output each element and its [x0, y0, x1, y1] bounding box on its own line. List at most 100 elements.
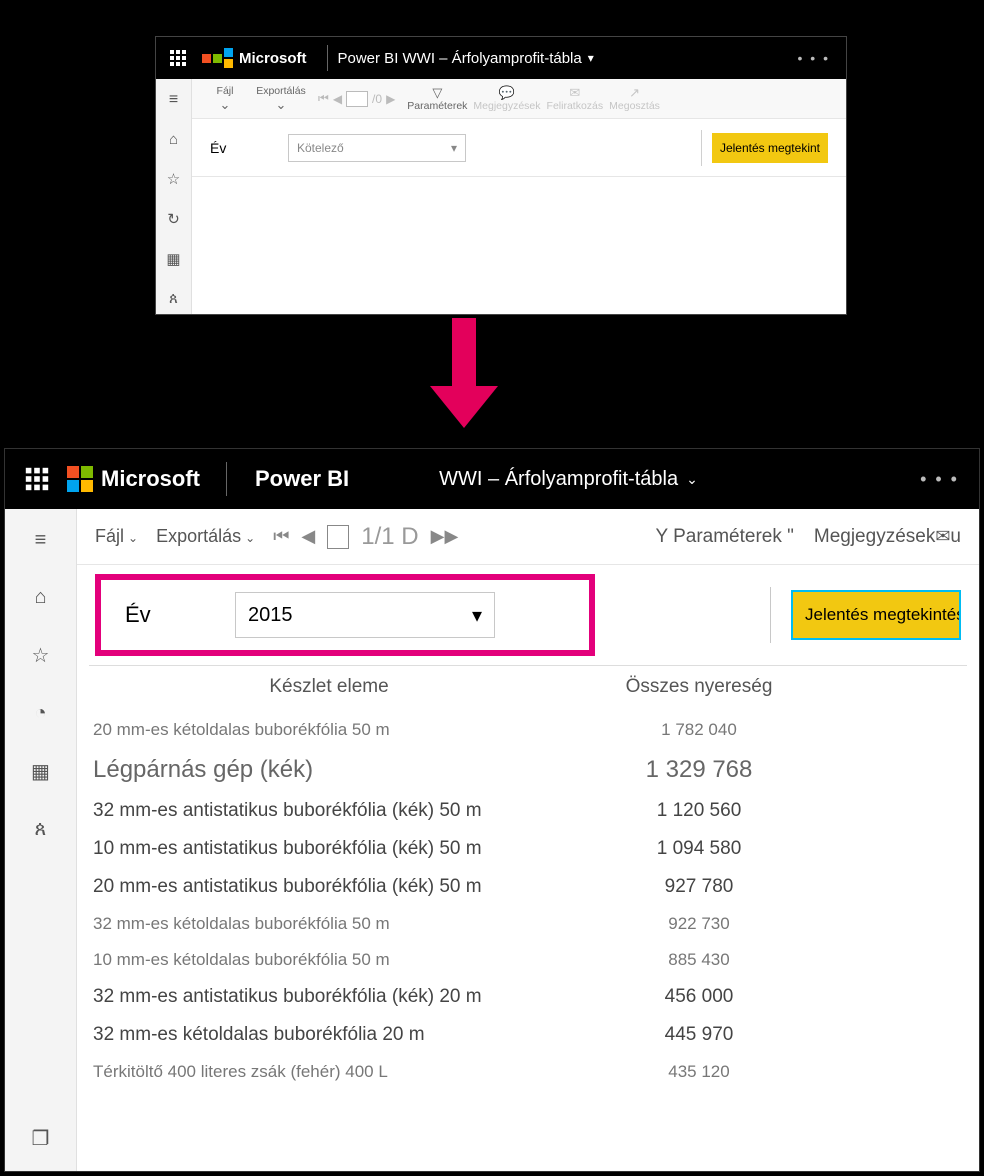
report-table: Készlet eleme Összes nyereség 20 mm-es k…: [77, 665, 979, 1171]
star-icon[interactable]: ☆: [167, 170, 180, 188]
pager: ⏮ ◀ 1/1 D ▶▶: [273, 523, 458, 551]
cell-item: Térkitöltő 400 literes zsák (fehér) 400 …: [89, 1062, 569, 1082]
next-page-icon[interactable]: ▶▶: [431, 526, 459, 547]
app-launcher-icon[interactable]: [160, 40, 196, 76]
microsoft-logo-icon: [67, 466, 93, 492]
top-title[interactable]: Power BI WWI – Árfolyamprofit-tábla: [338, 50, 582, 67]
page-input[interactable]: [327, 525, 349, 549]
view-report-button[interactable]: Jelentés megtekintése: [791, 590, 961, 640]
chevron-down-icon: ▾: [451, 141, 457, 155]
cell-item: 20 mm-es kétoldalas buborékfólia 50 m: [89, 720, 569, 740]
bottom-header: Microsoft Power BI WWI – Árfolyamprofit-…: [5, 449, 979, 509]
cell-value: 1 120 560: [569, 800, 829, 822]
next-page-icon[interactable]: ▶: [386, 92, 395, 106]
page-total: /0: [372, 92, 382, 106]
bottom-toolbar: Fájl⌄ Exportálás⌄ ⏮ ◀ 1/1 D ▶▶ Y Paramét…: [77, 509, 979, 565]
menu-comments[interactable]: Megjegyzések✉u: [814, 526, 961, 548]
brand-microsoft: Microsoft: [101, 466, 200, 492]
param-select[interactable]: Kötelező ▾: [288, 134, 466, 162]
mail-icon: ✉: [569, 85, 580, 100]
param-placeholder: Kötelező: [297, 141, 344, 155]
param-label: Év: [210, 140, 288, 156]
menu-file[interactable]: Fájl⌄: [95, 526, 138, 547]
table-row: 32 mm-es antistatikus buborékfólia (kék)…: [89, 792, 967, 830]
people-icon[interactable]: ጰ: [35, 818, 47, 841]
refresh-icon[interactable]: ↻: [167, 210, 180, 228]
cell-value: 1 782 040: [569, 720, 829, 740]
pager: ⏮ ◀ /0 ▶: [318, 91, 395, 107]
param-select[interactable]: 2015 ▾: [235, 592, 495, 638]
hamburger-icon[interactable]: ≡: [35, 529, 47, 552]
page-input[interactable]: [346, 91, 368, 107]
home-icon[interactable]: ⌂: [169, 131, 178, 148]
top-param-row: Év Kötelező ▾ Jelentés megtekint: [192, 119, 846, 177]
table-row: 10 mm-es kétoldalas buborékfólia 50 m885…: [89, 942, 967, 978]
cell-value: 885 430: [569, 950, 829, 970]
cell-item: 32 mm-es antistatikus buborékfólia (kék)…: [89, 800, 569, 822]
cell-item: 32 mm-es kétoldalas buborékfólia 50 m: [89, 914, 569, 934]
filter-icon: ▽: [432, 85, 442, 100]
top-toolbar: Fájl⌄ Exportálás⌄ ⏮ ◀ /0 ▶ ▽ Paraméterek…: [192, 79, 846, 119]
divider: [327, 45, 328, 71]
microsoft-logo-icon-b: [224, 48, 233, 68]
app-launcher-icon[interactable]: [12, 454, 62, 504]
prev-page-icon[interactable]: ◀: [301, 526, 315, 547]
menu-subscribe: ✉ Feliratkozás: [547, 85, 604, 112]
param-value: 2015: [248, 604, 293, 627]
cell-value: 1 329 768: [569, 756, 829, 784]
table-row: 32 mm-es kétoldalas buborékfólia 20 m445…: [89, 1016, 967, 1054]
workspaces-icon[interactable]: ❐: [32, 1126, 50, 1151]
menu-file[interactable]: Fájl⌄: [200, 85, 250, 112]
comment-icon: 💬: [499, 85, 515, 100]
prev-page-icon[interactable]: ◀: [333, 92, 342, 106]
bottom-left-rail: ≡ ⌂ ☆ ◔ ▦ ጰ ❐: [5, 509, 77, 1171]
menu-parameters[interactable]: Y Paraméterek ": [655, 526, 793, 548]
people-icon[interactable]: ጰ: [169, 290, 178, 307]
table-row: 32 mm-es kétoldalas buborékfólia 50 m922…: [89, 906, 967, 942]
highlight-box: Év 2015 ▾: [95, 574, 595, 656]
cell-item: Légpárnás gép (kék): [89, 756, 569, 784]
cell-item: 32 mm-es antistatikus buborékfólia (kék)…: [89, 986, 569, 1008]
chevron-down-icon[interactable]: ⌄: [686, 471, 698, 488]
menu-export[interactable]: Exportálás⌄: [156, 526, 255, 547]
cell-item: 32 mm-es kétoldalas buborékfólia 20 m: [89, 1024, 569, 1046]
table-header: Készlet eleme Összes nyereség: [89, 665, 967, 712]
page-indicator: 1/1 D: [361, 523, 418, 551]
col-profit: Összes nyereség: [569, 676, 829, 698]
cell-value: 1 094 580: [569, 838, 829, 860]
menu-parameters[interactable]: ▽ Paraméterek: [407, 85, 467, 112]
hamburger-icon[interactable]: ≡: [169, 91, 178, 109]
menu-export[interactable]: Exportálás⌄: [256, 85, 306, 112]
more-icon[interactable]: • • •: [920, 469, 959, 490]
home-icon[interactable]: ⌂: [34, 586, 46, 609]
brand-microsoft: Microsoft: [239, 50, 307, 67]
first-page-icon[interactable]: ⏮: [273, 526, 289, 547]
bottom-title[interactable]: WWI – Árfolyamprofit-tábla: [439, 468, 678, 491]
brand-powerbi: Power BI: [255, 466, 349, 492]
cell-item: 10 mm-es antistatikus buborékfólia (kék)…: [89, 838, 569, 860]
cell-value: 922 730: [569, 914, 829, 934]
table-row: Térkitöltő 400 literes zsák (fehér) 400 …: [89, 1054, 967, 1090]
divider: [701, 130, 702, 166]
view-report-button[interactable]: Jelentés megtekint: [712, 133, 828, 163]
grid-icon[interactable]: ▦: [31, 759, 50, 784]
clock-icon[interactable]: ◔: [34, 702, 46, 725]
chevron-down-icon: ▾: [472, 603, 482, 628]
table-row: 20 mm-es kétoldalas buborékfólia 50 m1 7…: [89, 712, 967, 748]
table-row: 32 mm-es antistatikus buborékfólia (kék)…: [89, 978, 967, 1016]
more-icon[interactable]: • • •: [798, 50, 830, 66]
table-row: Légpárnás gép (kék)1 329 768: [89, 748, 967, 792]
cell-item: 10 mm-es kétoldalas buborékfólia 50 m: [89, 950, 569, 970]
grid-icon[interactable]: ▦: [166, 250, 180, 268]
top-header: Microsoft Power BI WWI – Árfolyamprofit-…: [156, 37, 846, 79]
menu-comments: 💬 Megjegyzések: [473, 85, 540, 112]
divider: [226, 462, 227, 496]
cell-value: 435 120: [569, 1062, 829, 1082]
table-row: 10 mm-es antistatikus buborékfólia (kék)…: [89, 830, 967, 868]
param-label: Év: [125, 602, 235, 628]
first-page-icon[interactable]: ⏮: [318, 91, 329, 106]
star-icon[interactable]: ☆: [32, 643, 50, 668]
chevron-down-icon[interactable]: ▾: [588, 51, 594, 65]
cell-value: 445 970: [569, 1024, 829, 1046]
share-icon: ↗: [629, 85, 640, 100]
